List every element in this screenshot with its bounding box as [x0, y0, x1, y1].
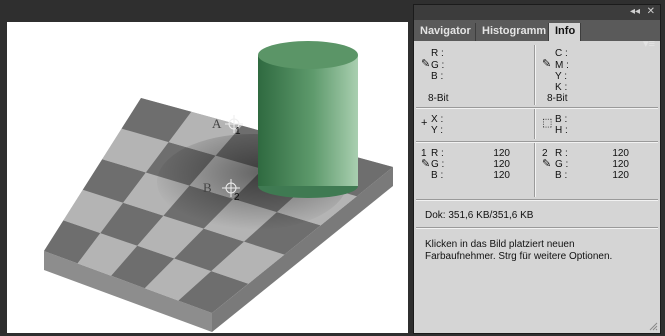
rgb-b-label: B : [431, 71, 444, 82]
hint-text-line2: Farbaufnehmer. Strg für weitere Optionen… [425, 251, 613, 262]
position-y-label: Y : [431, 125, 444, 136]
eyedropper-icon: ✎ [421, 58, 431, 70]
info-panel: ◂◂ ✕ Navigator Histogramm Info ▾≡ R : ✎ … [413, 4, 661, 334]
sampler-1-b-label: B : [431, 170, 444, 181]
document-size: Dok: 351,6 KB/351,6 KB [425, 210, 534, 221]
sampler-1-b-value: 120 [493, 170, 510, 181]
tab-navigator[interactable]: Navigator [414, 23, 476, 41]
sampler-1-g-label: G : [431, 159, 445, 170]
divider [416, 107, 658, 109]
selection-icon: ⬚ [542, 117, 553, 129]
sampler-2-g-label: G : [555, 159, 569, 170]
panel-title-bar[interactable]: ◂◂ ✕ [414, 5, 660, 20]
rgb-r-label: R : [431, 48, 444, 59]
cmyk-m-label: M : [555, 60, 569, 71]
divider [534, 45, 536, 105]
eyedropper-icon: ✎ [542, 158, 552, 170]
hint-text-line1: Klicken in das Bild platziert neuen [425, 239, 575, 250]
sampler-2-number: 2 [234, 192, 240, 203]
panel-menu-icon[interactable]: ▾≡ [643, 37, 655, 50]
divider [416, 141, 658, 143]
sampler-2-r-label: R : [555, 148, 568, 159]
divider [416, 199, 658, 201]
size-width-label: B : [555, 114, 568, 125]
checker-shadow-image [44, 41, 393, 332]
resize-grip-icon[interactable] [648, 321, 658, 331]
divider [534, 143, 536, 197]
sampler-1-r-label: R : [431, 148, 444, 159]
crosshair-icon: + [421, 117, 428, 129]
sampler-1-g-value: 120 [493, 159, 510, 170]
cmyk-c-label: C : [555, 48, 568, 59]
size-height-label: H : [555, 125, 568, 136]
collapse-icon[interactable]: ◂◂ [630, 6, 640, 18]
sampler-2-b-label: B : [555, 170, 568, 181]
document-canvas[interactable]: A B 1 2 [7, 22, 408, 333]
square-b-label: B [203, 180, 212, 195]
tab-histogram[interactable]: Histogramm [476, 23, 549, 41]
rgb-g-label: G : [431, 60, 445, 71]
cmyk-bitdepth: 8-Bit [547, 93, 568, 104]
rgb-bitdepth: 8-Bit [428, 93, 449, 104]
panel-tabs: Navigator Histogramm Info ▾≡ [414, 20, 660, 50]
tab-info[interactable]: Info [549, 23, 581, 41]
eyedropper-icon: ✎ [542, 58, 552, 70]
cmyk-k-label: K : [555, 82, 568, 93]
square-a-label: A [212, 116, 222, 131]
sampler-1-r-value: 120 [493, 148, 510, 159]
sampler-2-b-value: 120 [612, 170, 629, 181]
sampler-2-r-value: 120 [612, 148, 629, 159]
sampler-1-number: 1 [235, 126, 241, 137]
divider [416, 227, 658, 229]
position-x-label: X : [431, 114, 444, 125]
eyedropper-icon: ✎ [421, 158, 431, 170]
divider [534, 109, 536, 139]
sampler-2-g-value: 120 [612, 159, 629, 170]
cylinder-top [258, 41, 358, 69]
cmyk-y-label: Y : [555, 71, 568, 82]
close-icon[interactable]: ✕ [647, 6, 655, 18]
